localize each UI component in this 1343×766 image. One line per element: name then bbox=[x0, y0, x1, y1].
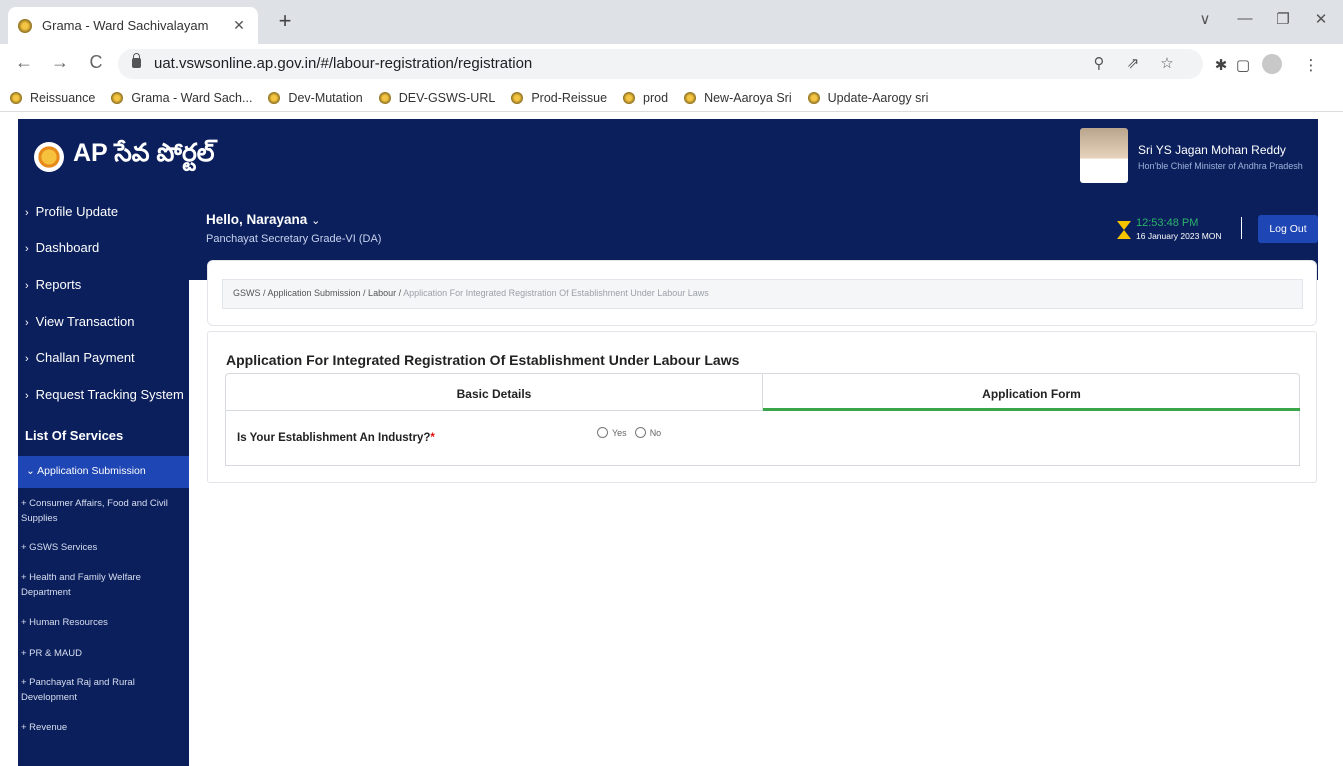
restore-window-icon[interactable]: ❐ bbox=[1268, 10, 1298, 28]
browser-tab[interactable]: Grama - Ward Sachivalayam ✕ bbox=[8, 7, 258, 44]
side-panel-icon[interactable]: ▢ bbox=[1232, 56, 1254, 74]
sidebar-item-reports[interactable]: › Reports bbox=[18, 277, 189, 292]
zoom-icon[interactable]: ⚲ bbox=[1088, 54, 1110, 72]
service-category-item[interactable]: + Consumer Affairs, Food and Civil Suppl… bbox=[18, 496, 189, 526]
bookmark-favicon-icon bbox=[623, 91, 636, 104]
extensions-icon[interactable]: ✱ bbox=[1210, 56, 1232, 74]
service-category-item[interactable]: + GSWS Services bbox=[18, 540, 189, 555]
sidebar-item-request-tracking[interactable]: › Request Tracking System bbox=[18, 387, 189, 402]
forward-icon[interactable]: → bbox=[48, 52, 72, 73]
divider bbox=[1241, 217, 1242, 239]
ap-emblem-icon bbox=[34, 142, 64, 172]
bookmark-favicon-icon bbox=[378, 91, 391, 104]
tab-basic-details[interactable]: Basic Details bbox=[226, 374, 763, 411]
address-bar[interactable]: uat.vswsonline.ap.gov.in/#/labour-regist… bbox=[118, 49, 1203, 79]
share-icon[interactable]: ⇗ bbox=[1122, 54, 1144, 72]
bookmark-item[interactable]: Dev-Mutation bbox=[268, 91, 363, 105]
bookmark-star-icon[interactable]: ☆ bbox=[1156, 54, 1178, 72]
breadcrumb: GSWS / Application Submission / Labour /… bbox=[222, 279, 1303, 309]
user-greeting[interactable]: Hello, Narayana ⌄ bbox=[206, 212, 320, 227]
sidebar-item-challan-payment[interactable]: › Challan Payment bbox=[18, 350, 189, 365]
form-panel: Is Your Establishment An Industry?* Yes … bbox=[225, 411, 1300, 466]
chevron-right-icon: › bbox=[25, 317, 29, 329]
clock-time: 12:53:48 PM bbox=[1136, 217, 1199, 229]
breadcrumb-path[interactable]: GSWS / Application Submission / Labour / bbox=[233, 288, 403, 298]
browser-tab-title: Grama - Ward Sachivalayam bbox=[42, 18, 209, 33]
chevron-right-icon: › bbox=[25, 390, 29, 402]
service-category-item[interactable]: + Revenue bbox=[18, 720, 189, 735]
back-icon[interactable]: ← bbox=[12, 52, 36, 73]
bookmark-favicon-icon bbox=[111, 91, 124, 104]
required-marker: * bbox=[430, 432, 435, 444]
services-heading: List Of Services bbox=[25, 428, 124, 443]
reload-icon[interactable]: C bbox=[84, 52, 108, 73]
sidebar-item-view-transaction[interactable]: › View Transaction bbox=[18, 314, 189, 329]
logout-button[interactable]: Log Out bbox=[1258, 215, 1318, 243]
chevron-right-icon: › bbox=[25, 207, 29, 219]
breadcrumb-current: Application For Integrated Registration … bbox=[403, 288, 709, 298]
industry-radio-group: Yes No bbox=[597, 427, 669, 438]
user-role: Panchayat Secretary Grade-VI (DA) bbox=[206, 233, 382, 245]
radio-no[interactable] bbox=[634, 427, 646, 438]
site-favicon-icon bbox=[18, 18, 32, 33]
profile-avatar-icon[interactable] bbox=[1262, 54, 1282, 74]
tab-search-icon[interactable]: ∨ bbox=[1190, 10, 1220, 28]
chief-minister-name: Sri YS Jagan Mohan Reddy bbox=[1138, 143, 1286, 157]
browser-menu-icon[interactable]: ⋮ bbox=[1300, 56, 1322, 74]
close-tab-icon[interactable]: ✕ bbox=[230, 17, 248, 34]
sidebar-section-application-submission[interactable]: ⌄ Application Submission bbox=[18, 456, 189, 488]
bookmark-favicon-icon bbox=[268, 91, 281, 104]
sidebar-item-dashboard[interactable]: › Dashboard bbox=[18, 240, 189, 255]
hourglass-icon bbox=[1117, 220, 1131, 240]
browser-tab-bar: Grama - Ward Sachivalayam ✕ + ∨ — ❐ ✕ bbox=[0, 0, 1343, 44]
form-tabs: Basic Details Application Form bbox=[225, 373, 1300, 411]
site-header: AP సేవ పోర్టల్ Sri YS Jagan Mohan Reddy … bbox=[18, 119, 1318, 195]
chevron-right-icon: › bbox=[25, 243, 29, 255]
tab-application-form[interactable]: Application Form bbox=[763, 374, 1300, 411]
minimize-window-icon[interactable]: — bbox=[1230, 10, 1260, 27]
bookmark-item[interactable]: Update-Aarogy sri bbox=[807, 91, 928, 105]
close-window-icon[interactable]: ✕ bbox=[1306, 10, 1336, 28]
bookmarks-bar: Reissuance Grama - Ward Sach... Dev-Muta… bbox=[0, 84, 1343, 112]
chevron-down-icon: ⌄ bbox=[26, 465, 35, 477]
bookmark-item[interactable]: Reissuance bbox=[10, 91, 95, 105]
bookmark-favicon-icon bbox=[807, 91, 820, 104]
new-tab-button[interactable]: + bbox=[270, 8, 300, 34]
bookmark-favicon-icon bbox=[511, 91, 524, 104]
application-form-card: Application For Integrated Registration … bbox=[207, 331, 1317, 483]
industry-question-label: Is Your Establishment An Industry?* bbox=[237, 432, 435, 444]
service-category-item[interactable]: + Human Resources bbox=[18, 615, 189, 630]
browser-toolbar: ← → C uat.vswsonline.ap.gov.in/#/labour-… bbox=[0, 44, 1343, 84]
page-title: Application For Integrated Registration … bbox=[226, 352, 740, 368]
radio-yes-label[interactable]: Yes bbox=[612, 428, 627, 438]
bookmark-item[interactable]: Grama - Ward Sach... bbox=[111, 91, 252, 105]
lock-icon[interactable] bbox=[132, 53, 141, 68]
bookmark-item[interactable]: New-Aaroya Sri bbox=[684, 91, 792, 105]
chevron-down-icon: ⌄ bbox=[311, 215, 321, 227]
radio-no-label[interactable]: No bbox=[650, 428, 662, 438]
clock-date: 16 January 2023 MON bbox=[1136, 231, 1222, 241]
bookmark-item[interactable]: Prod-Reissue bbox=[511, 91, 607, 105]
site-logo-text[interactable]: AP సేవ పోర్టల్ bbox=[73, 139, 215, 174]
bookmark-favicon-icon bbox=[10, 91, 22, 104]
url-text[interactable]: uat.vswsonline.ap.gov.in/#/labour-regist… bbox=[154, 55, 532, 72]
chevron-right-icon: › bbox=[25, 353, 29, 365]
breadcrumb-card: GSWS / Application Submission / Labour /… bbox=[207, 260, 1317, 326]
service-category-item[interactable]: + PR & MAUD bbox=[18, 646, 189, 661]
sidebar: › Profile Update › Dashboard › Reports › Vie… bbox=[18, 195, 189, 766]
bookmark-favicon-icon bbox=[684, 91, 697, 104]
bookmark-item[interactable]: DEV-GSWS-URL bbox=[378, 91, 495, 105]
service-category-item[interactable]: + Health and Family Welfare Department bbox=[18, 570, 189, 600]
sidebar-item-profile-update[interactable]: › Profile Update bbox=[18, 204, 189, 219]
bookmark-item[interactable]: prod bbox=[623, 91, 668, 105]
chief-minister-title: Hon'ble Chief Minister of Andhra Pradesh bbox=[1138, 161, 1303, 171]
radio-yes[interactable] bbox=[597, 427, 608, 438]
chief-minister-photo bbox=[1080, 128, 1128, 183]
service-category-item[interactable]: + Panchayat Raj and Rural Development bbox=[18, 675, 189, 705]
chevron-right-icon: › bbox=[25, 280, 29, 292]
